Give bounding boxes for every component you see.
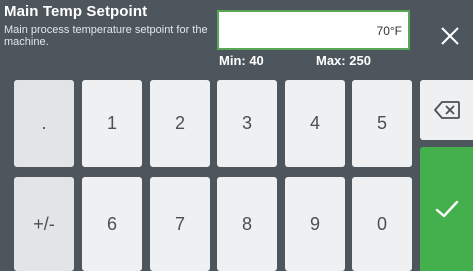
sign-key-label: +/- <box>33 213 55 234</box>
key-8[interactable]: 8 <box>217 177 277 271</box>
backspace-icon <box>433 101 460 119</box>
key-3[interactable]: 3 <box>217 80 277 167</box>
key-7[interactable]: 7 <box>150 177 210 271</box>
key-0-label: 0 <box>376 213 387 234</box>
key-1[interactable]: 1 <box>82 80 142 167</box>
sign-key[interactable]: +/- <box>14 177 74 271</box>
dialog-description: Main process temperature setpoint for th… <box>4 24 208 48</box>
max-label: Max: 250 <box>316 53 371 68</box>
key-6-label: 6 <box>106 213 117 234</box>
key-3-label: 3 <box>241 113 252 133</box>
key-4[interactable]: 4 <box>285 80 345 167</box>
key-7-label: 7 <box>174 213 185 234</box>
enter-button[interactable] <box>420 147 473 271</box>
decimal-key-label: . <box>41 113 47 133</box>
key-8-label: 8 <box>241 213 252 234</box>
key-0[interactable]: 0 <box>352 177 412 271</box>
key-5[interactable]: 5 <box>352 80 412 167</box>
key-4-label: 4 <box>309 113 320 133</box>
key-2[interactable]: 2 <box>150 80 210 167</box>
backspace-button[interactable] <box>420 80 473 140</box>
checkmark-icon <box>435 200 458 218</box>
value-text: 70°F <box>376 24 402 38</box>
decimal-key[interactable]: . <box>14 80 74 167</box>
min-label: Min: 40 <box>219 53 264 68</box>
key-6[interactable]: 6 <box>82 177 142 271</box>
value-input[interactable]: 70°F <box>217 10 410 50</box>
dialog-header: Main Temp Setpoint Main process temperat… <box>0 0 473 70</box>
key-5-label: 5 <box>376 113 387 133</box>
close-button[interactable] <box>430 16 470 56</box>
key-2-label: 2 <box>174 113 185 133</box>
key-9-label: 9 <box>309 213 320 234</box>
key-9[interactable]: 9 <box>285 177 345 271</box>
dialog-title: Main Temp Setpoint <box>4 3 148 20</box>
key-1-label: 1 <box>106 113 117 133</box>
close-icon <box>441 27 459 45</box>
